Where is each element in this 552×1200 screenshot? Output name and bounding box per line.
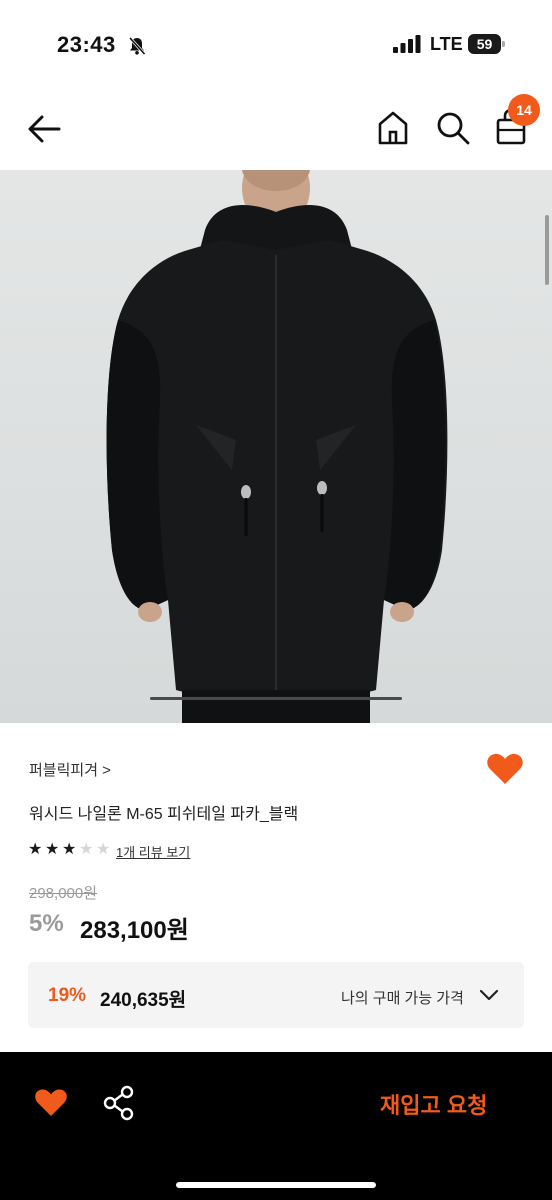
search-icon[interactable] — [435, 110, 471, 146]
signal-icon — [393, 35, 421, 53]
star-icon: ★ — [96, 841, 111, 858]
image-pager-indicator — [150, 697, 402, 700]
image-scrollbar[interactable] — [545, 215, 549, 285]
bell-slash-icon — [128, 36, 146, 56]
home-indicator[interactable] — [176, 1182, 376, 1188]
product-title: 워시드 나일론 M-65 피쉬테일 파카_블랙 — [29, 806, 299, 823]
buyable-rate: 19% — [48, 985, 87, 1006]
top-nav — [0, 90, 552, 170]
status-bar: 23:43 LTE 59 — [0, 0, 552, 90]
rating-stars: ★ ★ ★ ★ ★ — [28, 841, 113, 859]
battery-icon: 59 — [468, 34, 505, 54]
share-icon[interactable] — [103, 1085, 135, 1121]
cart-count-badge: 14 — [508, 94, 540, 126]
product-photo — [106, 170, 448, 723]
star-icon: ★ — [62, 841, 77, 858]
star-icon: ★ — [45, 841, 60, 858]
review-link[interactable]: 1개 리뷰 보기 — [116, 842, 190, 861]
home-icon[interactable] — [376, 110, 410, 146]
buyable-label: 나의 구매 가능 가격 — [341, 990, 464, 1007]
buyable-price-dropdown[interactable]: 19% 240,635원 나의 구매 가능 가격 — [28, 962, 524, 1028]
network-label: LTE — [430, 34, 463, 54]
brand-link[interactable]: 퍼블릭피겨 > — [29, 759, 111, 780]
product-image[interactable] — [0, 170, 552, 723]
star-icon: ★ — [79, 841, 94, 858]
discount-rate: 5% — [29, 910, 64, 937]
buyable-price: 240,635원 — [100, 990, 187, 1011]
battery-cap — [502, 41, 505, 47]
sale-price: 283,100원 — [80, 917, 189, 944]
status-time: 23:43 — [57, 32, 116, 57]
restock-request-button[interactable]: 재입고 요청 — [380, 1088, 487, 1120]
original-price: 298,000원 — [29, 885, 98, 902]
battery-level: 59 — [468, 34, 501, 54]
bottom-action-bar: 재입고 요청 — [0, 1052, 552, 1200]
star-icon: ★ — [28, 841, 43, 858]
heart-icon[interactable] — [34, 1088, 68, 1118]
chevron-down-icon — [479, 989, 499, 1001]
heart-icon[interactable] — [486, 752, 524, 786]
back-arrow-icon[interactable] — [26, 112, 64, 146]
